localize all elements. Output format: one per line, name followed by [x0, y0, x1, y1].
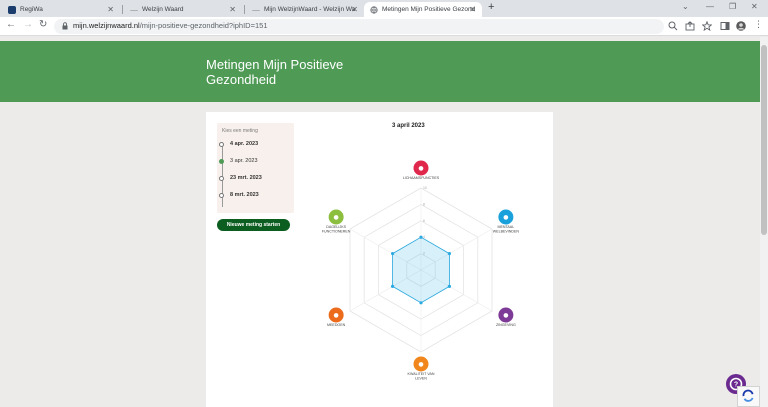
- side-panel-icon[interactable]: [720, 21, 730, 31]
- zoom-icon[interactable]: [668, 21, 678, 31]
- radar-data-point: [447, 252, 452, 256]
- tab-separator: [122, 5, 123, 14]
- recaptcha-badge: [737, 386, 760, 407]
- page-title-line1: Metingen Mijn Positieve: [206, 57, 344, 72]
- radar-axis-label: KWALITEIT VAN: [408, 372, 435, 376]
- radar-chart: 246810●LICHAAMSFUNCTIES●MENTAALWELBEVIND…: [322, 160, 520, 381]
- people-icon-glyph: ●: [334, 312, 339, 319]
- browser-tab-metingen[interactable]: Metingen Mijn Positieve Gezond ✕: [364, 2, 482, 17]
- globe-favicon-icon: [252, 9, 260, 12]
- radar-tick-label: 10: [423, 186, 427, 190]
- tab-strip: RegiWa ✕ Welzijn Waard ✕ Mijn WelzijnWaa…: [0, 0, 768, 17]
- sun-icon-glyph: ●: [418, 361, 423, 368]
- back-icon[interactable]: ←: [6, 19, 16, 30]
- browser-tab-welzijn-waard[interactable]: Welzijn Waard ✕: [124, 2, 242, 17]
- recaptcha-icon: [742, 389, 754, 402]
- reload-icon[interactable]: ↻: [39, 19, 47, 30]
- chrome-menu-icon[interactable]: ⋮: [754, 19, 763, 30]
- close-window-icon[interactable]: ✕: [751, 2, 758, 11]
- brain-icon-glyph: ●: [503, 214, 508, 221]
- tab-search-icon[interactable]: ⌄: [682, 2, 689, 11]
- share-icon[interactable]: [685, 21, 695, 31]
- url-text: mijn.welzijnwaard.nl/mijn-positieve-gezo…: [73, 21, 268, 30]
- person-icon-glyph: ●: [418, 165, 423, 172]
- page-title: Metingen Mijn Positieve Gezondheid: [206, 57, 406, 87]
- url-host: mijn.welzijnwaard.nl: [73, 21, 140, 30]
- radar-axis-label: FUNCTIONEREN: [322, 230, 351, 234]
- cart-icon-glyph: ●: [334, 214, 339, 221]
- globe-favicon-icon: [130, 9, 138, 12]
- lock-icon: [62, 22, 68, 30]
- radar-axis-label: WELBEVINDEN: [493, 230, 520, 234]
- maximize-icon[interactable]: ❐: [729, 2, 736, 11]
- forward-icon[interactable]: →: [23, 19, 33, 30]
- radar-tick-label: 6: [423, 219, 425, 223]
- minimize-icon[interactable]: —: [706, 2, 714, 11]
- radar-series-area: [392, 236, 450, 304]
- address-bar[interactable]: mijn.welzijnwaard.nl/mijn-positieve-gezo…: [54, 19, 664, 34]
- radar-data-point: [390, 284, 395, 288]
- radar-data-point: [390, 252, 395, 256]
- globe-favicon-icon: [370, 5, 378, 14]
- radar-tick-label: 8: [423, 202, 425, 206]
- tab-title: Mijn WelzijnWaard - Welzijn Wa: [264, 6, 356, 13]
- browser-toolbar: ← → ↻ mijn.welzijnwaard.nl/mijn-positiev…: [0, 17, 768, 36]
- radar-axis-label: DAGELIJKS: [326, 225, 346, 229]
- close-tab-icon[interactable]: ✕: [469, 5, 476, 14]
- profile-avatar-icon[interactable]: [736, 21, 746, 31]
- page-title-line2: Gezondheid: [206, 72, 277, 87]
- close-tab-icon[interactable]: ✕: [351, 5, 358, 14]
- page-viewport: Metingen Mijn Positieve Gezondheid Kies …: [0, 37, 760, 407]
- radar-data-point: [447, 284, 452, 288]
- url-path: /mijn-positieve-gezondheid?iphID=151: [139, 21, 268, 30]
- radar-axis-label: ZINGEVING: [496, 323, 516, 327]
- results-card: Kies een meting 4 apr. 2023 3 apr. 2023 …: [206, 112, 553, 407]
- tab-title: Welzijn Waard: [142, 6, 184, 13]
- radar-axis-label: LEVEN: [415, 377, 427, 381]
- tab-title: RegiWa: [20, 6, 43, 13]
- tab-separator: [244, 5, 245, 14]
- radar-axis-label: MEEDOEN: [327, 323, 346, 327]
- page-header: Metingen Mijn Positieve Gezondheid: [0, 41, 760, 102]
- close-tab-icon[interactable]: ✕: [107, 5, 114, 14]
- radar-axis-label: MENTAAL: [498, 225, 515, 229]
- hands-icon-glyph: ●: [503, 312, 508, 319]
- regiwa-favicon-icon: [8, 5, 16, 14]
- bookmark-star-icon[interactable]: [702, 21, 712, 31]
- close-tab-icon[interactable]: ✕: [229, 5, 236, 14]
- radar-axis-label: LICHAAMSFUNCTIES: [403, 176, 440, 180]
- new-tab-icon[interactable]: +: [488, 1, 494, 13]
- tab-title: Metingen Mijn Positieve Gezond: [382, 6, 476, 13]
- browser-tab-regiwa[interactable]: RegiWa ✕: [2, 2, 120, 17]
- scrollbar-thumb[interactable]: [761, 45, 767, 235]
- browser-tab-mijn-welzijnwaard[interactable]: Mijn WelzijnWaard - Welzijn Wa ✕: [246, 2, 364, 17]
- radar-data-point: [419, 301, 423, 305]
- radar-data-point: [419, 235, 423, 239]
